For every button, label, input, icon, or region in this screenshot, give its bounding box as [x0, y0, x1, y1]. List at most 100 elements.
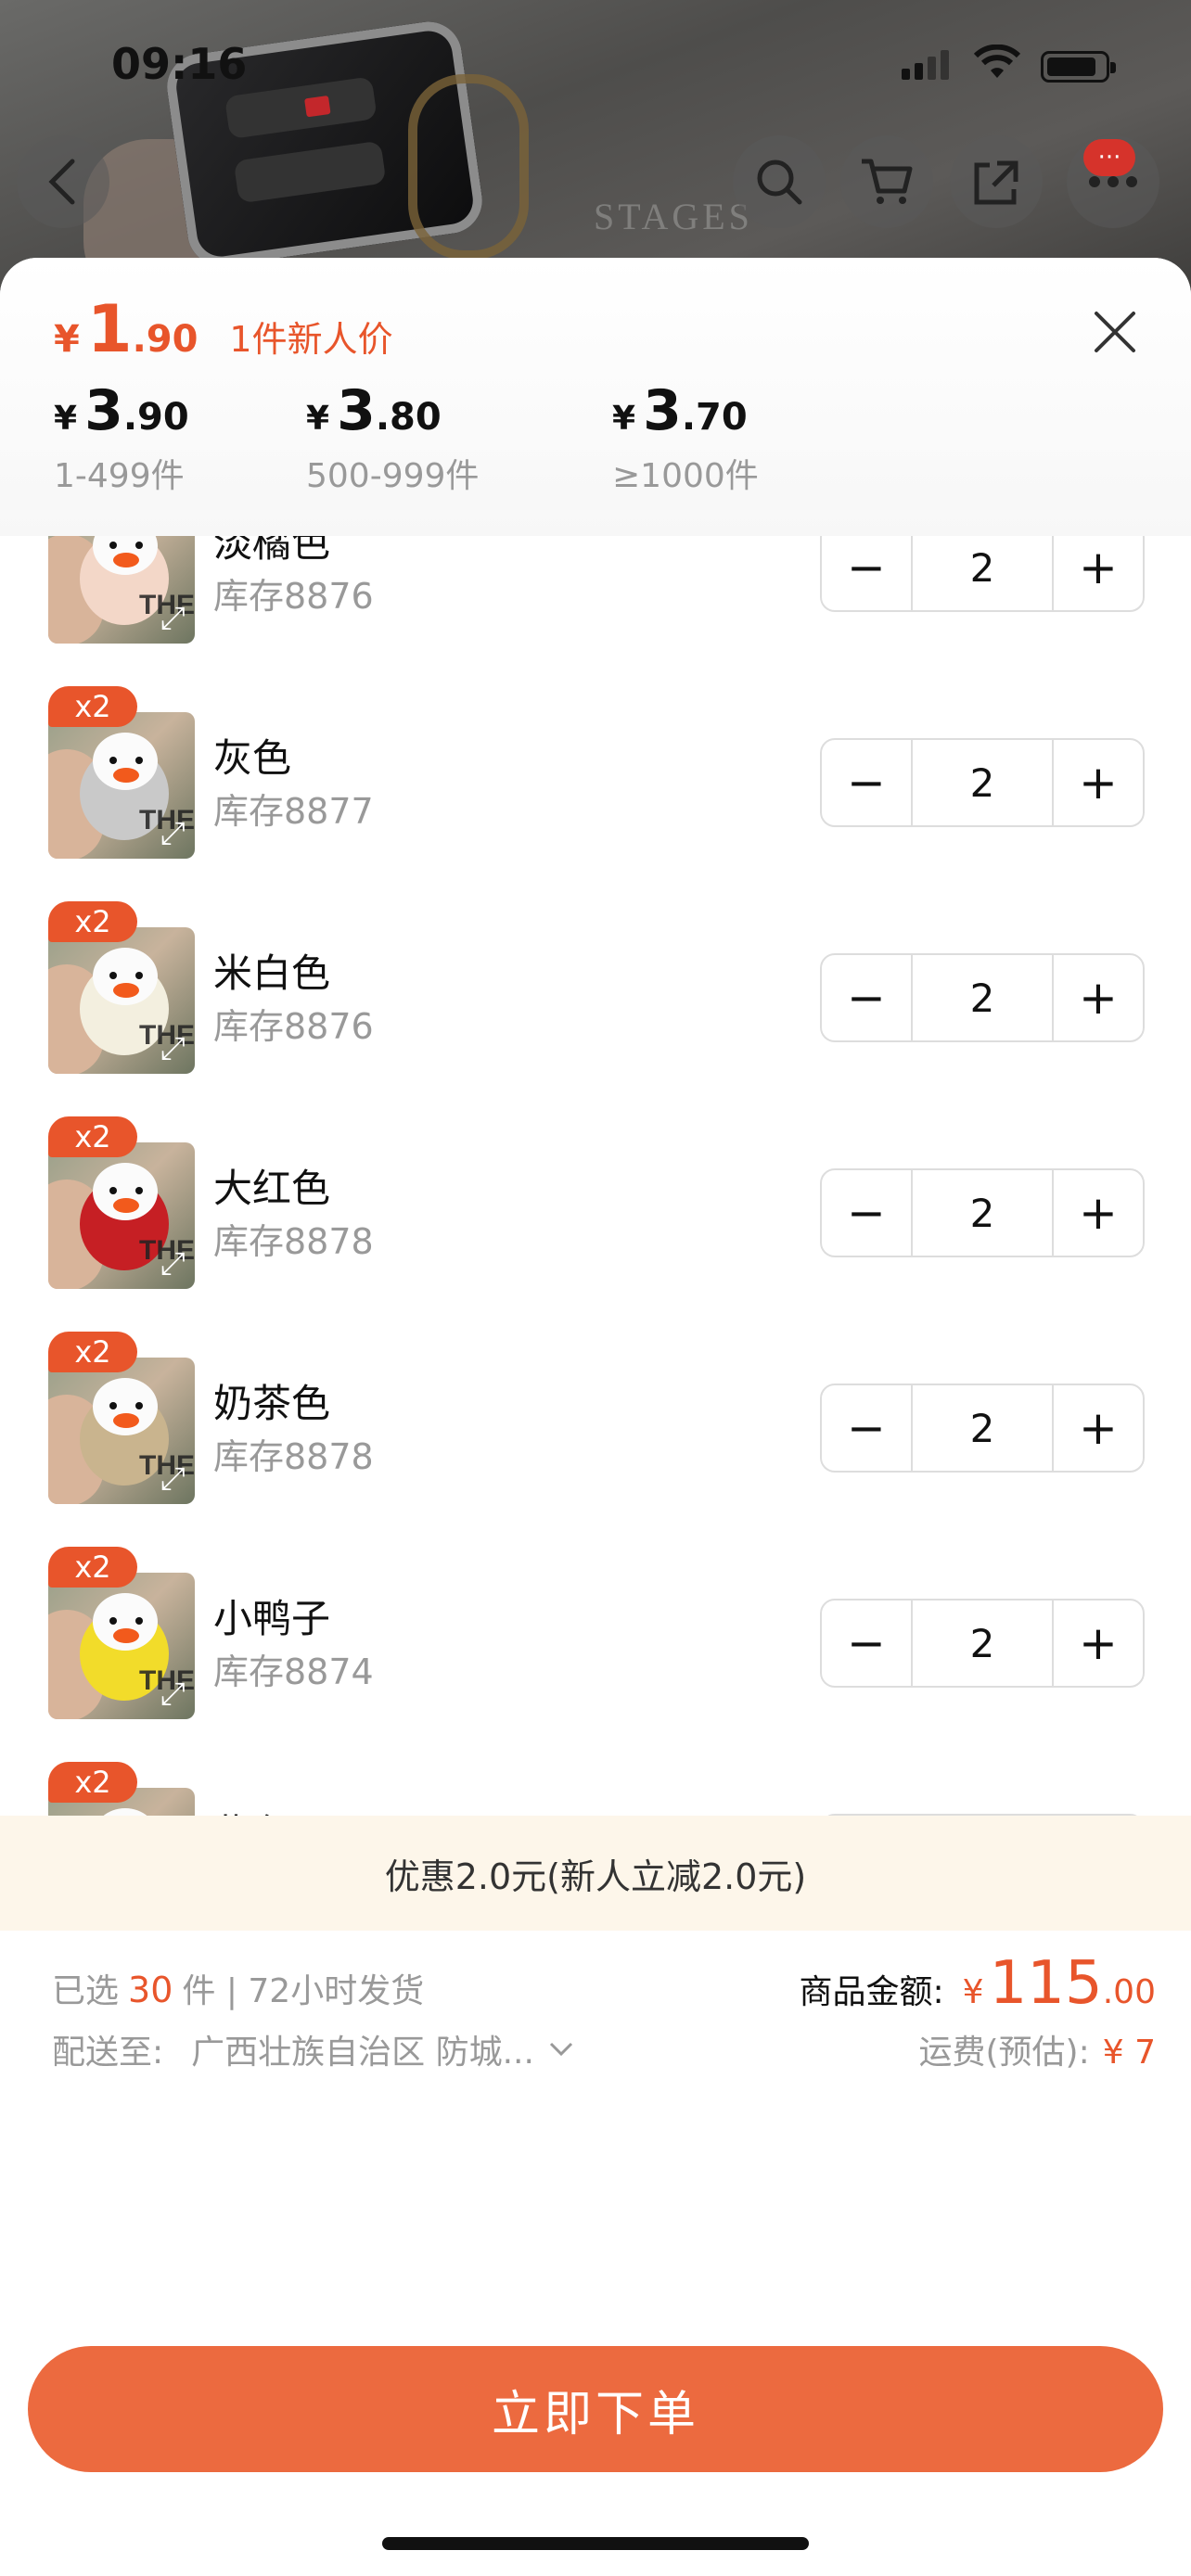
increase-button[interactable]: +: [1054, 1385, 1143, 1471]
new-user-price-tag: 1件新人价: [229, 319, 393, 360]
close-icon: [1095, 312, 1135, 352]
home-indicator[interactable]: [382, 2537, 809, 2550]
variant-thumbnail[interactable]: THE⤢: [48, 1573, 195, 1719]
increase-button[interactable]: +: [1054, 955, 1143, 1040]
price-currency: ¥: [54, 318, 80, 361]
tier-price-dec: .70: [681, 396, 748, 439]
increase-button[interactable]: +: [1054, 536, 1143, 610]
shipping-address-row[interactable]: 配送至: 广西壮族自治区 防城...: [52, 2025, 575, 2073]
order-summary: 已选 30 件 | 72小时发货 配送至: 广西壮族自治区 防城... 商品金额: …: [0, 1931, 1191, 2318]
increase-button[interactable]: +: [1054, 1170, 1143, 1256]
ship-address: 广西壮族自治区 防城...: [191, 2034, 534, 2072]
variant-thumbnail[interactable]: THE⤢: [48, 712, 195, 859]
quantity-input[interactable]: 2: [911, 1385, 1054, 1471]
expand-icon[interactable]: ⤢: [160, 1033, 186, 1065]
cart-icon: [862, 159, 913, 204]
freight-estimate: 运费(预估): ¥ 7: [919, 2025, 1157, 2073]
price-decimal: .90: [132, 318, 198, 361]
tier-price-dec: .80: [375, 396, 442, 439]
quantity-input[interactable]: 2: [911, 740, 1054, 825]
variant-name: 淡橘色: [213, 536, 331, 566]
variant-stock: 库存8878: [213, 1436, 374, 1477]
quantity-badge: x2: [48, 1332, 137, 1372]
decrease-button[interactable]: −: [822, 1170, 911, 1256]
place-order-button[interactable]: 立即下单: [28, 2346, 1163, 2472]
battery-icon: [1041, 51, 1116, 83]
decrease-button[interactable]: −: [822, 536, 911, 610]
quantity-input[interactable]: 2: [911, 1600, 1054, 1686]
wifi-icon: [972, 44, 1022, 85]
selected-suffix: 件 | 72小时发货: [182, 1972, 425, 2010]
quantity-stepper: −2+: [820, 953, 1145, 1042]
quantity-badge: x2: [48, 1116, 137, 1157]
status-bar: 09:16: [0, 0, 1191, 130]
search-button[interactable]: [733, 135, 826, 228]
close-button[interactable]: [1087, 304, 1143, 360]
chevron-left-icon: [48, 159, 75, 205]
tier-price-int: 3: [84, 378, 123, 443]
decrease-button[interactable]: −: [822, 1385, 911, 1471]
tier-quantity: 500-999件: [306, 457, 480, 495]
expand-icon[interactable]: ⤢: [160, 1678, 186, 1710]
variant-row: THE ⤢ x2 灰色 库存8877 −2 +: [20, 686, 1171, 901]
quantity-stepper: −2+: [820, 1384, 1145, 1473]
variant-row: THE ⤢ x2 大红色 库存8878 −2 +: [20, 1116, 1171, 1332]
variant-stock: 库存8874: [213, 1651, 374, 1692]
variant-thumbnail[interactable]: THE⤢: [48, 1358, 195, 1504]
variant-stock: 库存8877: [213, 791, 374, 832]
variant-row: THE ⤢ 淡橘色 库存8876 −2 +: [20, 536, 1171, 686]
search-icon: [757, 159, 802, 205]
increase-button[interactable]: +: [1054, 1600, 1143, 1686]
total-label: 商品金额:: [799, 1973, 944, 2011]
freight-value: ¥ 7: [1102, 2034, 1156, 2072]
tier-quantity: ≥1000件: [612, 457, 759, 495]
tier-currency: ¥: [54, 400, 78, 438]
variant-name: 米白色: [213, 950, 331, 996]
selected-count: 30: [128, 1970, 173, 2010]
decrease-button[interactable]: −: [822, 740, 911, 825]
variant-name: 小鸭子: [213, 1596, 331, 1641]
decrease-button[interactable]: −: [822, 1600, 911, 1686]
quantity-stepper: −2+: [820, 738, 1145, 827]
variant-thumbnail[interactable]: THE⤢: [48, 536, 195, 644]
total-decimal: .00: [1102, 1973, 1156, 2011]
variant-stock: 库存8878: [213, 1221, 374, 1262]
ship-label: 配送至:: [52, 2034, 164, 2072]
quantity-input[interactable]: 2: [911, 1170, 1054, 1256]
tier-price-dec: .90: [122, 396, 189, 439]
variant-row: THE ⤢ x2 米白色库存8876 −2 +: [20, 901, 1171, 1116]
selected-info: 已选 30 件 | 72小时发货: [52, 1964, 424, 2012]
cart-button[interactable]: [840, 135, 933, 228]
freight-label: 运费(预估):: [918, 2034, 1090, 2072]
price-integer: 1: [86, 291, 133, 367]
price-tier-2: ¥3.80 500-999件: [306, 378, 479, 497]
tier-currency: ¥: [612, 400, 636, 438]
expand-icon[interactable]: ⤢: [160, 603, 186, 634]
expand-icon[interactable]: ⤢: [160, 1248, 186, 1280]
expand-icon[interactable]: ⤢: [160, 818, 186, 849]
total-currency: ¥: [962, 1973, 984, 2011]
increase-button[interactable]: +: [1054, 740, 1143, 825]
price-tier-1: ¥3.90 1-499件: [54, 378, 189, 497]
variant-thumbnail[interactable]: THE⤢: [48, 927, 195, 1074]
total-integer: 115: [989, 1949, 1103, 2018]
selected-prefix: 已选: [52, 1972, 120, 2010]
quantity-input[interactable]: 2: [911, 536, 1054, 610]
variant-stock: 库存8876: [213, 1006, 374, 1047]
message-badge: ···: [1083, 139, 1135, 176]
variant-row: THE ⤢ x2 奶茶色 库存8878 −2 +: [20, 1332, 1171, 1547]
discount-banner: 优惠2.0元(新人立减2.0元): [0, 1816, 1191, 1931]
quantity-input[interactable]: 2: [911, 955, 1054, 1040]
chevron-down-icon: [549, 2042, 572, 2057]
back-button[interactable]: [17, 135, 109, 228]
tier-currency: ¥: [306, 400, 330, 438]
quantity-stepper: −2+: [820, 536, 1145, 612]
share-icon: [974, 160, 1018, 205]
decrease-button[interactable]: −: [822, 955, 911, 1040]
quantity-badge: x2: [48, 901, 137, 942]
expand-icon[interactable]: ⤢: [160, 1463, 186, 1495]
variant-thumbnail[interactable]: THE⤢: [48, 1142, 195, 1289]
price-tier-3: ¥3.70 ≥1000件: [612, 378, 759, 497]
share-button[interactable]: [950, 135, 1043, 228]
quantity-stepper: −2+: [820, 1168, 1145, 1257]
